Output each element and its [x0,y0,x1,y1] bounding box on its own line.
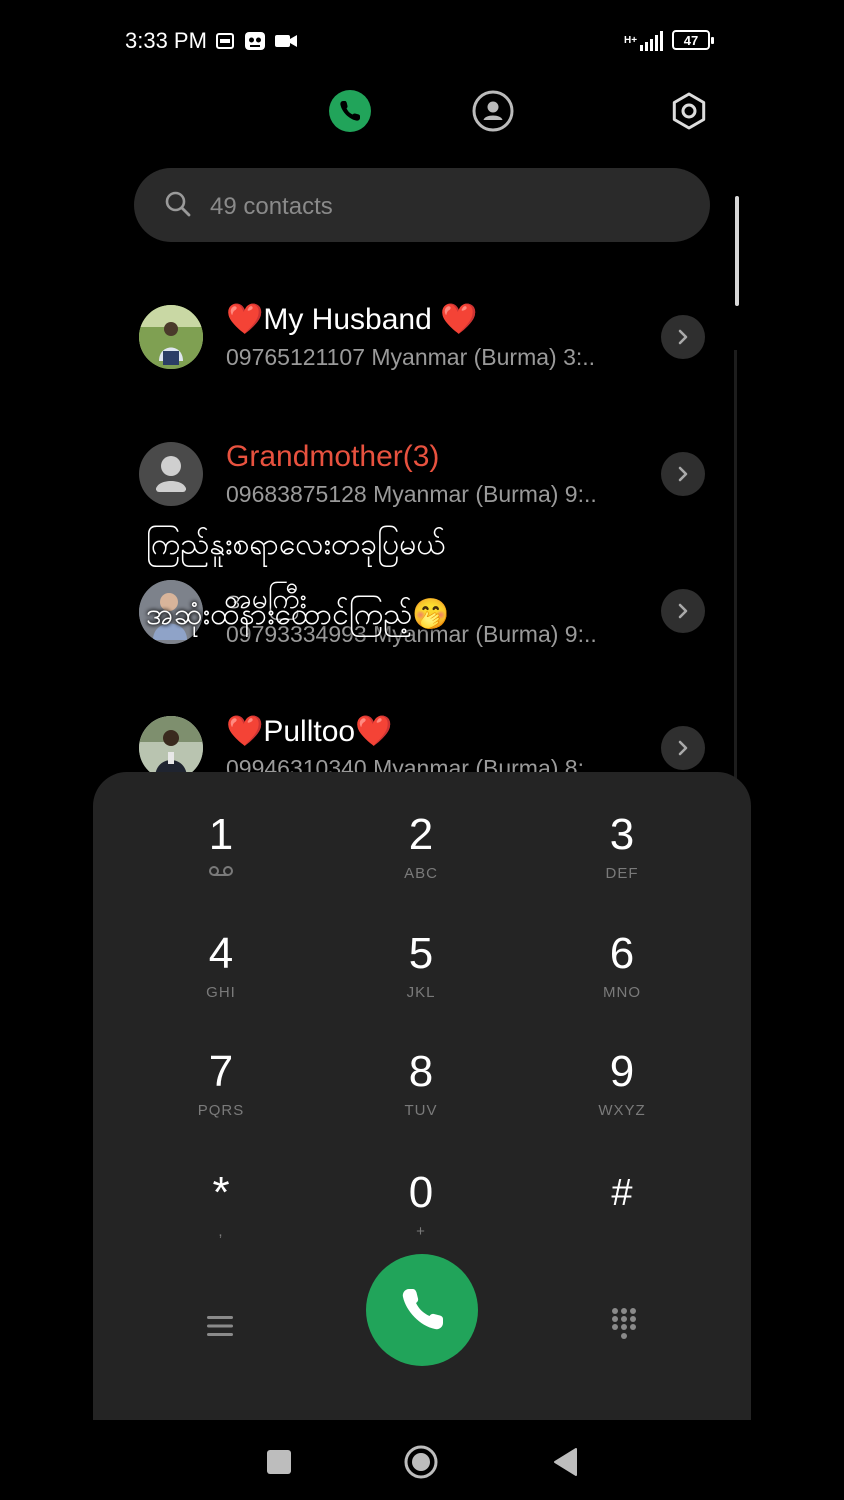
tab-contacts[interactable] [468,86,518,136]
key-digit: 8 [408,1047,434,1096]
contact-avatar [139,716,203,780]
key-digit: 9 [609,1047,635,1096]
recent-apps-button[interactable] [259,1442,299,1482]
menu-button[interactable] [200,1306,240,1346]
key-letters: ABC [404,865,438,882]
chevron-right-icon [678,740,688,756]
contact-details-button[interactable] [661,726,705,770]
contact-details-button[interactable] [661,452,705,496]
dial-key-4[interactable]: 4 GHI [146,929,296,1029]
key-letters: DEF [605,865,639,882]
voicemail-icon [208,864,234,884]
phone-icon [329,90,371,132]
dialpad-grid-icon [612,1308,636,1339]
key-digit: 6 [609,929,635,978]
key-digit: 7 [208,1047,234,1096]
chevron-right-icon [678,329,688,345]
network-type-label: H+ [624,35,638,46]
key-digit: * [212,1168,230,1217]
status-bar: 3:33 PM H+ 47 [0,24,844,58]
contact-row[interactable]: ❤️My Husband ❤️ 09765121107 Myanmar (Bur… [0,290,730,410]
chevron-right-icon [678,603,688,619]
key-letters: + [416,1223,426,1240]
overlay-caption-line2: အဆုံးထိနားထောင်ကြည့်🤭 [146,598,450,631]
status-time: 3:33 PM [125,28,207,53]
search-icon [164,190,192,223]
dial-key-5[interactable]: 5 JKL [346,929,496,1029]
default-avatar-icon [139,442,203,506]
dial-key-0[interactable]: 0 + [346,1168,496,1268]
battery-level: 47 [683,32,699,48]
scrollbar-track [734,350,737,780]
contact-details: 09683875128 Myanmar (Burma) 9:.. [226,481,597,508]
sim-card-icon [216,30,234,52]
dial-key-star[interactable]: * , [146,1168,296,1268]
contact-number: 09765121107 [226,344,365,370]
dial-key-9[interactable]: 9 WXYZ [547,1047,697,1147]
contact-location: Myanmar (Burma) 9:.. [373,481,597,507]
chevron-right-icon [678,466,688,482]
key-letters: WXYZ [598,1102,646,1119]
key-letters: JKL [406,984,436,1001]
key-letters: GHI [206,984,236,1001]
dial-key-1[interactable]: 1 [146,810,296,910]
dial-key-hash[interactable]: # [547,1168,697,1268]
dial-key-6[interactable]: 6 MNO [547,929,697,1029]
hamburger-menu-icon [207,1316,233,1336]
call-button[interactable] [366,1254,478,1366]
contact-location: Myanmar (Burma) 3:.. [371,344,596,370]
home-circle-icon [404,1445,438,1479]
key-digit: 5 [408,929,434,978]
key-letters: MNO [603,984,641,1001]
contact-details: 09765121107 Myanmar (Burma) 3:.. [226,344,595,371]
contact-avatar [139,305,203,369]
dial-key-7[interactable]: 7 PQRS [146,1047,296,1147]
back-triangle-icon [554,1448,577,1476]
contact-details-button[interactable] [661,589,705,633]
signal-bars-icon [640,30,664,52]
battery-icon: 47 [672,30,714,50]
contact-number: 09683875128 [226,481,367,507]
system-navigation-bar [0,1420,844,1500]
key-digit: 1 [208,810,234,859]
overlay-caption-line1: ကြည်နူးစရာလေးတခုပြမယ် [146,528,446,561]
home-button[interactable] [401,1442,441,1482]
back-button[interactable] [545,1442,585,1482]
dialpad-toggle-button[interactable] [604,1302,644,1346]
dial-key-2[interactable]: 2 ABC [346,810,496,910]
dial-key-3[interactable]: 3 DEF [547,810,697,910]
contact-name: ❤️Pulltoo❤️ [226,715,393,748]
key-digit: 2 [408,810,434,859]
person-icon [472,90,514,132]
key-letters: , [218,1223,224,1240]
app-notification-icon [244,30,266,52]
key-letters: PQRS [197,1102,245,1119]
contact-details-button[interactable] [661,315,705,359]
contact-name: ❤️My Husband ❤️ [226,303,478,336]
dial-key-8[interactable]: 8 TUV [346,1047,496,1147]
top-tab-bar [0,86,844,140]
key-letters: TUV [404,1102,438,1119]
phone-icon [402,1289,443,1330]
key-digit: 0 [408,1168,434,1217]
tab-phone[interactable] [325,86,375,136]
search-input[interactable]: 49 contacts [210,193,333,221]
key-digit: # [611,1172,633,1214]
key-digit: 3 [609,810,635,859]
square-icon [267,1450,291,1474]
scrollbar-thumb[interactable] [735,196,739,306]
contact-name: Grandmother(3) [226,440,440,473]
key-digit: 4 [208,929,234,978]
tab-settings[interactable] [664,86,714,136]
video-camera-icon [274,30,298,52]
network-type-icon: H+ [624,30,637,52]
gear-icon [672,92,706,130]
